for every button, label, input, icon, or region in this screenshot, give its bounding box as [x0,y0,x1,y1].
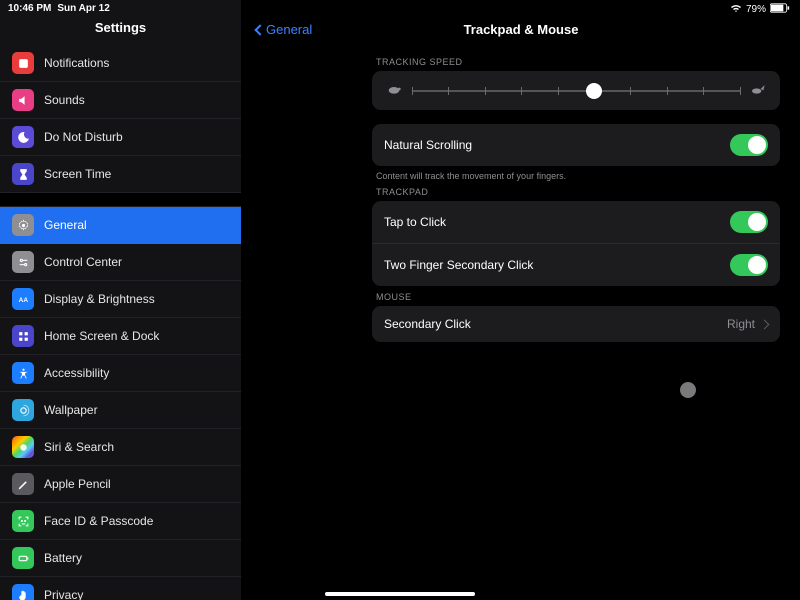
page-title: Trackpad & Mouse [242,22,800,37]
sidebar-item-label: Do Not Disturb [44,130,123,144]
status-bar-right: 79% [242,0,800,16]
sidebar-item-label: General [44,218,87,232]
sidebar-item-sounds[interactable]: Sounds [0,82,241,119]
sidebar-item-pencil[interactable]: Apple Pencil [0,466,241,503]
sidebar-item-label: Siri & Search [44,440,114,454]
toggle-tap-to-click[interactable] [730,211,768,233]
sidebar-item-label: Control Center [44,255,122,269]
chevron-right-icon [760,319,770,329]
section-mouse: MOUSE [372,286,780,306]
sidebar-item-control-center[interactable]: Control Center [0,244,241,281]
nav-bar: General Trackpad & Mouse [242,16,800,47]
sidebar-item-label: Accessibility [44,366,109,380]
pointer-cursor [680,382,696,398]
sidebar-list[interactable]: Notifications Sounds Do Not Disturb Scre… [0,45,241,600]
main-panel: 79% General Trackpad & Mouse TRACKING SP… [242,0,800,600]
row-secondary-click[interactable]: Secondary Click Right [372,306,780,342]
trackpad-card: Tap to Click Two Finger Secondary Click [372,201,780,286]
secondary-click-value: Right [727,317,755,331]
status-battery-pct: 79% [746,4,766,15]
natural-scrolling-note: Content will track the movement of your … [372,166,780,181]
sidebar-item-battery[interactable]: Battery [0,540,241,577]
sidebar-item-label: Home Screen & Dock [44,329,159,343]
sidebar-item-siri[interactable]: Siri & Search [0,429,241,466]
faceid-icon [12,510,34,532]
sidebar-item-label: Apple Pencil [44,477,111,491]
sidebar-item-label: Privacy [44,588,83,600]
sidebar-item-faceid[interactable]: Face ID & Passcode [0,503,241,540]
slider-track[interactable] [412,90,740,92]
notifications-icon [12,52,34,74]
row-label: Tap to Click [384,215,446,229]
sidebar-item-privacy[interactable]: Privacy [0,577,241,600]
sidebar-item-homescreen[interactable]: Home Screen & Dock [0,318,241,355]
tracking-speed-card [372,71,780,110]
accessibility-icon [12,362,34,384]
slider-knob[interactable] [586,83,602,99]
svg-text:AA: AA [18,297,28,304]
toggle-two-finger-secondary[interactable] [730,254,768,276]
switches-icon [12,251,34,273]
hand-icon [12,584,34,600]
row-two-finger-secondary[interactable]: Two Finger Secondary Click [372,243,780,286]
display-icon: AA [12,288,34,310]
sidebar-item-label: Battery [44,551,82,565]
rabbit-icon [750,83,766,98]
status-time: 10:46 PM [8,3,51,14]
row-label: Two Finger Secondary Click [384,258,533,272]
section-tracking-speed: TRACKING SPEED [372,51,780,71]
moon-icon [12,126,34,148]
sidebar-item-label: Display & Brightness [44,292,155,306]
tracking-speed-slider[interactable] [372,71,780,110]
section-trackpad: TRACKPAD [372,181,780,201]
sidebar-item-label: Face ID & Passcode [44,514,153,528]
row-tap-to-click[interactable]: Tap to Click [372,201,780,243]
sidebar-item-label: Notifications [44,56,109,70]
sidebar-gap [0,193,241,207]
home-indicator[interactable] [325,592,475,596]
row-label: Natural Scrolling [384,138,472,152]
sidebar-title: Settings [0,14,241,45]
sidebar-item-accessibility[interactable]: Accessibility [0,355,241,392]
row-label: Secondary Click [384,317,471,331]
mouse-card: Secondary Click Right [372,306,780,342]
sidebar-item-screentime[interactable]: Screen Time [0,156,241,193]
home-grid-icon [12,325,34,347]
turtle-icon [386,83,402,98]
gear-icon [12,214,34,236]
sidebar-item-notifications[interactable]: Notifications [0,45,241,82]
sidebar-item-general[interactable]: General [0,207,241,244]
status-date: Sun Apr 12 [57,3,109,14]
sidebar-item-dnd[interactable]: Do Not Disturb [0,119,241,156]
battery-status-icon [770,3,790,16]
sidebar-item-display[interactable]: AA Display & Brightness [0,281,241,318]
settings-sidebar: 10:46 PM Sun Apr 12 Settings Notificatio… [0,0,242,600]
wallpaper-icon [12,399,34,421]
sidebar-item-label: Screen Time [44,167,111,181]
toggle-natural-scrolling[interactable] [730,134,768,156]
natural-scrolling-card: Natural Scrolling [372,124,780,166]
wifi-icon [730,3,742,16]
hourglass-icon [12,163,34,185]
row-natural-scrolling[interactable]: Natural Scrolling [372,124,780,166]
sidebar-item-label: Sounds [44,93,85,107]
sounds-icon [12,89,34,111]
siri-icon [12,436,34,458]
status-bar: 10:46 PM Sun Apr 12 [0,0,241,14]
sidebar-item-wallpaper[interactable]: Wallpaper [0,392,241,429]
pencil-icon [12,473,34,495]
battery-icon [12,547,34,569]
sidebar-item-label: Wallpaper [44,403,98,417]
